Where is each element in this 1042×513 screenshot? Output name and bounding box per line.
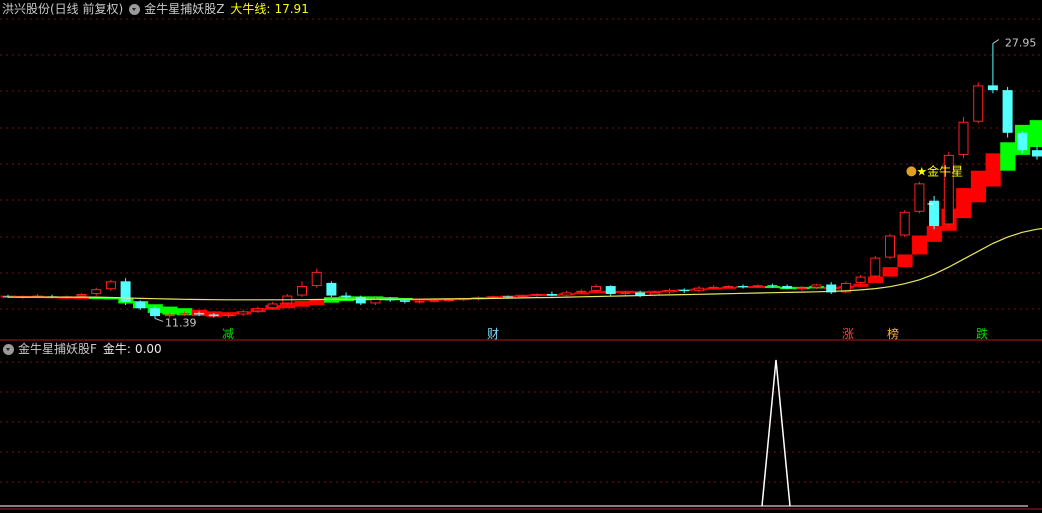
ribbon-segment (1000, 142, 1016, 171)
candle-body (591, 286, 601, 291)
candle-body (399, 300, 410, 302)
ribbon-segment (309, 299, 325, 306)
candle-body (91, 289, 102, 294)
high-price-label: 27.95 (1005, 36, 1037, 49)
chevron-down-icon[interactable] (129, 3, 141, 15)
low-arrow (154, 318, 164, 322)
kline-chart[interactable]: 27.95 11.39 ★金牛星 (0, 0, 1042, 513)
candle-body (120, 281, 131, 302)
candle-body (32, 295, 43, 298)
candle-body (738, 286, 748, 288)
candle-body (517, 295, 528, 298)
high-arrow (992, 39, 1000, 44)
candle-body (414, 301, 425, 303)
ribbon-segment (912, 235, 928, 255)
candle-body (238, 311, 249, 315)
candle-body (76, 293, 87, 297)
candle-body (135, 301, 146, 309)
candle-body (311, 271, 322, 287)
candle-body (605, 286, 616, 294)
candle-body (752, 285, 763, 287)
sub-indicator-name[interactable]: 金牛星捕妖股F (18, 340, 97, 358)
candle-body (796, 287, 807, 290)
sub-chart-header: 金牛星捕妖股F 金牛: 0.00 (0, 340, 162, 358)
sub-value-label: 金牛: (102, 342, 131, 356)
candle-body (223, 314, 234, 317)
candle-body (723, 286, 734, 288)
candle-body (1032, 150, 1042, 157)
chevron-down-icon[interactable] (3, 343, 14, 355)
money-bag-icon (906, 166, 917, 177)
signal-spike (761, 359, 791, 507)
candle-body (811, 284, 822, 288)
candle-body (297, 286, 307, 296)
ribbon-segment (294, 301, 310, 307)
candle-body (958, 121, 969, 155)
ribbon-segment (882, 267, 898, 277)
stock-name: 洪兴股份(日线 前复权) (2, 2, 124, 16)
candle-body (620, 292, 631, 294)
candle-body (105, 281, 116, 290)
ribbon-segment (897, 254, 913, 268)
candle-body (679, 290, 690, 292)
candle-body (767, 285, 778, 287)
candle-body (208, 314, 219, 317)
event-tag-rise[interactable]: 涨 (842, 325, 854, 342)
candle-body (150, 308, 160, 317)
candle-body (899, 211, 910, 236)
candle-body (708, 286, 719, 289)
candle-body (252, 308, 263, 312)
ribbon-segment (985, 153, 1001, 187)
candle-body (429, 300, 440, 302)
candle-body (561, 292, 572, 296)
candle-body (488, 296, 499, 298)
candle-body (341, 295, 352, 298)
candle-body (532, 293, 543, 296)
candle-body (576, 290, 587, 293)
ribbon-segment (956, 188, 972, 219)
candle-body (855, 276, 866, 283)
candle-body (194, 312, 205, 315)
candle-body (326, 282, 337, 296)
low-price-label: 11.39 (165, 316, 197, 329)
ribbon-segment (970, 170, 987, 203)
candle-body (929, 200, 940, 227)
indicator-name[interactable]: 金牛星捕妖股Z (144, 0, 224, 18)
candle-body (355, 297, 366, 304)
bull-line-value: 17.91 (274, 2, 309, 16)
candle-body (179, 312, 190, 315)
event-tag-ranking[interactable]: 榜 (887, 325, 899, 342)
event-tag-fall[interactable]: 跌 (976, 325, 988, 342)
bull-line-label: 大牛线: (230, 2, 271, 16)
candle-body (1017, 132, 1028, 151)
candle-body (973, 85, 984, 122)
candle-body (914, 183, 925, 212)
candle-body (693, 287, 704, 291)
candle-body (546, 293, 557, 296)
signal-label: ★金牛星 (916, 163, 963, 178)
event-tag-finance[interactable]: 财 (487, 325, 499, 342)
candle-body (502, 296, 513, 298)
main-chart-header: 洪兴股份(日线 前复权) 金牛星捕妖股Z 大牛线: 17.91 (0, 0, 309, 18)
event-tag-reduce[interactable]: 减 (222, 325, 234, 342)
candle-body (987, 85, 998, 91)
candle-body (870, 257, 881, 277)
candle-body (664, 290, 675, 293)
candle-body (267, 303, 278, 309)
candle-body (782, 286, 793, 289)
candle-body (1002, 90, 1013, 133)
candle-body (444, 299, 454, 302)
sub-value: 0.00 (134, 342, 162, 356)
ribbon-segment (1029, 120, 1042, 148)
candle-body (885, 235, 895, 258)
